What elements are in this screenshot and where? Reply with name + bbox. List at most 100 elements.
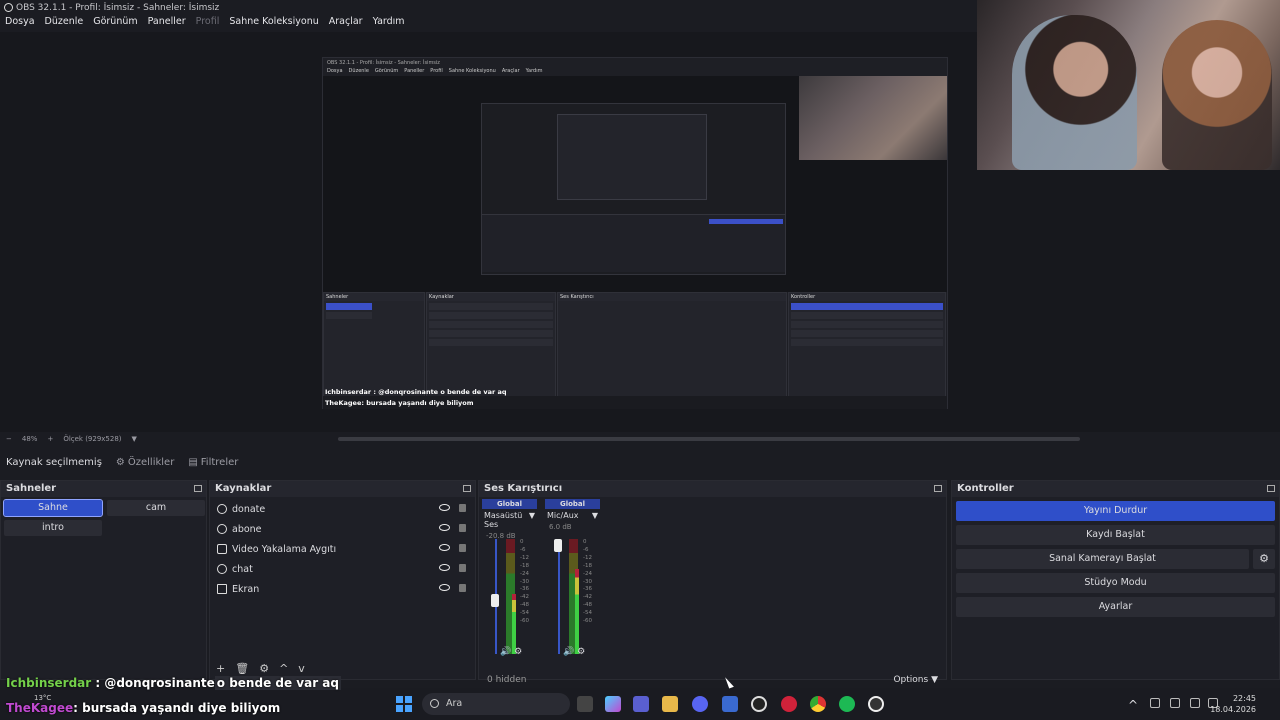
eye-icon[interactable] [439, 524, 450, 531]
preview-scrollbar[interactable] [338, 437, 1080, 441]
opera-icon[interactable] [781, 696, 797, 712]
lock-icon[interactable] [459, 564, 466, 572]
eye-icon[interactable] [439, 504, 450, 511]
file-explorer-icon[interactable] [662, 696, 678, 712]
lock-icon[interactable] [459, 504, 466, 512]
source-item-video-capture[interactable]: Video Yakalama Aygıtı [210, 539, 475, 559]
wifi-icon[interactable] [1190, 698, 1200, 708]
nested-webcam [799, 76, 947, 160]
start-recording-button[interactable]: Kaydı Başlat [956, 525, 1275, 545]
teams-icon[interactable] [633, 696, 649, 712]
obs-icon[interactable] [868, 696, 884, 712]
menu-yardim[interactable]: Yardım [373, 16, 405, 32]
add-source-button[interactable]: + [216, 662, 225, 675]
sources-dock: Kaynaklar donate abone Video Yakalama Ay… [209, 480, 476, 680]
mute-icon[interactable]: 🔊 ⚙ [500, 647, 522, 657]
source-item-donate[interactable]: donate [210, 499, 475, 519]
eye-icon[interactable] [439, 564, 450, 571]
source-item-ekran[interactable]: Ekran [210, 579, 475, 599]
mixer-header: Ses Karıştırıcı [479, 481, 946, 497]
lock-icon[interactable] [459, 544, 466, 552]
scene-item-sahne[interactable]: Sahne [3, 499, 103, 517]
discord-icon[interactable] [692, 696, 708, 712]
zoom-out-button[interactable]: − [6, 435, 12, 443]
network-icon[interactable] [1150, 698, 1160, 708]
fader-knob[interactable] [491, 593, 499, 607]
source-toolbar: Kaynak seçilmemiş ⚙ Özellikler ▤ Filtreler [0, 450, 1280, 474]
channel-menu-icon[interactable]: ▼ [529, 511, 535, 529]
copilot-icon[interactable] [605, 696, 621, 712]
undock-icon[interactable] [1267, 485, 1275, 492]
menu-sahne-koleksiyonu[interactable]: Sahne Koleksiyonu [229, 16, 318, 32]
chat-overlay-line-1: Ichbinserdar : @donqrosinante o bende de … [6, 676, 341, 690]
settings-button[interactable]: Ayarlar [956, 597, 1275, 617]
source-properties-button[interactable]: ⚙ [259, 662, 269, 675]
chevron-up-icon[interactable]: ^ [1128, 698, 1138, 712]
lock-icon[interactable] [459, 584, 466, 592]
spotify-icon[interactable] [839, 696, 855, 712]
undock-icon[interactable] [194, 485, 202, 492]
menu-gorunum[interactable]: Görünüm [93, 16, 137, 32]
channel-menu-icon[interactable]: ▼ [592, 511, 598, 520]
eye-icon[interactable] [439, 584, 450, 591]
scenes-dock: Sahneler Sahne cam intro [0, 480, 207, 680]
microphone-icon[interactable] [1170, 698, 1180, 708]
menu-duzenle[interactable]: Düzenle [45, 16, 84, 32]
gear-icon: ⚙ [115, 456, 125, 468]
lock-icon[interactable] [459, 524, 466, 532]
task-view-icon[interactable] [577, 696, 593, 712]
mixer-options-button[interactable]: Options ▼ [893, 675, 938, 685]
globe-icon [217, 504, 227, 514]
remove-source-button[interactable]: 🗑 [235, 662, 249, 675]
undock-icon[interactable] [934, 485, 942, 492]
volume-fader[interactable] [558, 539, 560, 654]
camera-icon [217, 544, 227, 554]
source-item-chat[interactable]: chat [210, 559, 475, 579]
taskbar-clock[interactable]: 22:45 18.04.2026 [1210, 693, 1256, 715]
gear-icon[interactable]: ⚙ [1253, 549, 1275, 569]
undock-icon[interactable] [463, 485, 471, 492]
db-scale: 0 -6 -12 -18 -24 -30 -36 -42 -48 -54 -60 [520, 539, 529, 625]
filters-button[interactable]: ▤ Filtreler [188, 457, 238, 468]
app-icon[interactable] [751, 696, 767, 712]
app-icon[interactable] [722, 696, 738, 712]
menu-araclar[interactable]: Araçlar [329, 16, 363, 32]
audio-mixer-dock: Ses Karıştırıcı Global Masaüstü Ses ▼ -20… [478, 480, 947, 685]
eye-icon[interactable] [439, 544, 450, 551]
move-up-button[interactable]: ^ [279, 662, 288, 675]
filter-icon: ▤ [188, 456, 198, 468]
menu-dosya[interactable]: Dosya [5, 16, 35, 32]
level-meter-active [575, 569, 579, 654]
move-down-button[interactable]: v [298, 662, 305, 675]
taskbar-search[interactable]: Ara [422, 693, 570, 715]
windows-start-icon[interactable] [396, 696, 412, 712]
properties-button[interactable]: ⚙ Özellikler [116, 457, 174, 468]
level-meter-active [512, 594, 516, 654]
controls-dock: Kontroller Yayını Durdur Kaydı Başlat Sa… [951, 480, 1280, 680]
zoom-in-button[interactable]: + [47, 435, 53, 443]
obs-logo-icon [4, 3, 13, 12]
stop-streaming-button[interactable]: Yayını Durdur [956, 501, 1275, 521]
scene-item-intro[interactable]: intro [4, 520, 102, 536]
source-item-abone[interactable]: abone [210, 519, 475, 539]
start-virtualcam-button[interactable]: Sanal Kamerayı Başlat ⚙ [956, 549, 1275, 569]
chrome-icon[interactable] [810, 696, 826, 712]
chat-username: TheKagee [6, 701, 74, 715]
fader-knob[interactable] [554, 539, 562, 552]
menu-bar: Dosya Düzenle Görünüm Paneller Profil Sa… [0, 16, 415, 32]
monitor-icon [217, 584, 227, 594]
studio-mode-button[interactable]: Stüdyo Modu [956, 573, 1275, 593]
search-icon [430, 699, 439, 708]
menu-paneller[interactable]: Paneller [148, 16, 186, 32]
mixer-channel-desktop: Global Masaüstü Ses ▼ -20.8 dB 0 -6 -12 -18-… [482, 499, 537, 661]
scenes-header: Sahneler [1, 481, 206, 497]
mute-icon[interactable]: 🔊 ⚙ [563, 647, 585, 657]
nested-inner-panels [482, 214, 785, 272]
chat-message: bursada yaşandı diye biliyom [82, 701, 281, 715]
channel-name: Masaüstü Ses [484, 511, 523, 529]
scene-item-cam[interactable]: cam [107, 500, 205, 516]
nested-menu: Dosya Düzenle Görünüm Paneller Profil Sahne K… [327, 68, 543, 74]
window-titlebar: OBS 32.1.1 - Profil: İsimsiz - Sahneler:… [0, 0, 980, 16]
scale-dropdown-icon[interactable]: ▼ [132, 435, 137, 443]
window-title: OBS 32.1.1 - Profil: İsimsiz - Sahneler:… [16, 3, 220, 13]
